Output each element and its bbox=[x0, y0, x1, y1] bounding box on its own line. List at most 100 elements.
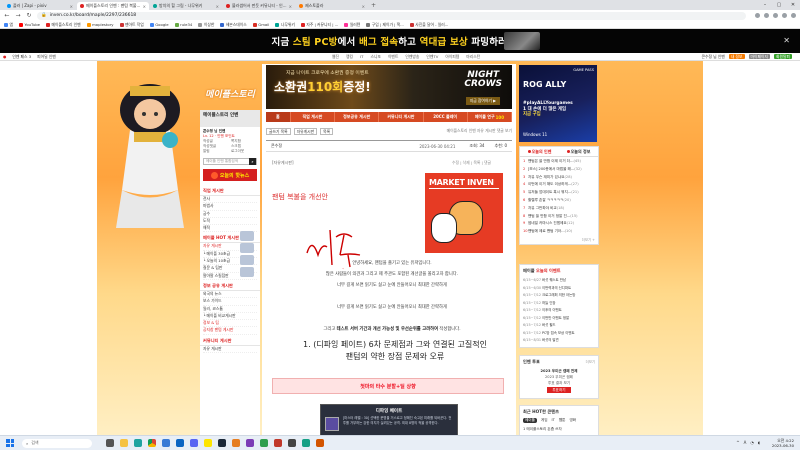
inven-logo-icon[interactable]: ● bbox=[3, 54, 6, 59]
event-item[interactable]: 6/15~8/31버섯의 발견 bbox=[523, 337, 595, 345]
nav-item[interactable]: └ 메이플 비교게시판 bbox=[203, 313, 257, 321]
more-link[interactable]: 더보기 + bbox=[520, 237, 598, 244]
maximize-icon[interactable]: ▢ bbox=[772, 0, 786, 10]
kakao-icon[interactable] bbox=[204, 439, 212, 447]
bookmark-item[interactable]: 나무위키 bbox=[275, 22, 295, 28]
event-item[interactable]: 6/15~7/12하늘 인장 bbox=[523, 300, 595, 308]
volume-icon[interactable]: ◖ bbox=[758, 440, 760, 445]
bookmark-item[interactable]: YouTube bbox=[19, 22, 40, 27]
main-tab[interactable]: 메이플 연구 100 bbox=[468, 112, 513, 122]
ibar-link[interactable]: 피어딜 인벤 bbox=[37, 54, 56, 60]
wifi-icon[interactable]: ◔ bbox=[750, 440, 754, 445]
bookmark-item[interactable]: 앱 bbox=[4, 22, 13, 28]
nav-item[interactable]: 외국의 뉴스 bbox=[203, 291, 257, 299]
event-item[interactable]: 6/15~6/30이번력과의 신디파트 bbox=[523, 285, 595, 293]
nav-item[interactable]: 전사 bbox=[203, 196, 257, 204]
close-icon[interactable]: ✕ bbox=[783, 36, 790, 45]
post-actions[interactable]: 수정 | 삭제 | 목록 | 댓글 bbox=[452, 160, 491, 166]
info-board-heading[interactable]: 정보 공유 게시판 bbox=[200, 280, 260, 291]
today-item[interactable]: 1 팬텀은 쓸 만함 이제 이거 더...(45) bbox=[523, 158, 595, 166]
bookmark-item[interactable]: 일러텐 bbox=[344, 22, 360, 28]
close-icon[interactable]: × bbox=[70, 4, 73, 9]
rog-ally-ad[interactable]: GAME PASS ROG ALLY #playALLYourgames 1 대 … bbox=[519, 65, 597, 142]
nav-item[interactable]: 궁수 bbox=[203, 211, 257, 218]
job-thumbnail[interactable] bbox=[240, 243, 254, 253]
ibar-nav-link[interactable]: 랭킹 bbox=[346, 54, 353, 60]
hot-content-tab[interactable]: IT bbox=[552, 418, 555, 423]
ibar-nav-link[interactable]: 인벤방송 bbox=[405, 54, 419, 60]
hot-content-tab[interactable]: 웹툰 bbox=[559, 418, 566, 423]
ibar-nav-link[interactable]: IT bbox=[360, 54, 363, 60]
write-list-button[interactable]: 글쓰기 목록 bbox=[266, 127, 291, 135]
ibar-nav-link[interactable]: 인벤TV bbox=[426, 54, 438, 60]
today-item[interactable]: 5 유저들 업데이트 혹시 뭐지...(21) bbox=[523, 189, 595, 197]
ad-cta-button[interactable]: 지금 참여하기 ▶ bbox=[465, 97, 500, 105]
edge-icon[interactable] bbox=[134, 439, 142, 447]
today-hot-news-button[interactable]: 오늘의 핫뉴스 bbox=[203, 169, 257, 181]
task-view-icon[interactable] bbox=[106, 439, 114, 447]
share-icon[interactable] bbox=[755, 13, 760, 18]
bookmark-item[interactable]: rule34 bbox=[174, 22, 192, 27]
browser-tab[interactable]: 플러 | Zapi - pixiv × bbox=[4, 2, 76, 10]
bookmark-item[interactable]: 이상한 bbox=[198, 22, 214, 28]
event-item[interactable]: 6/15~6/27버섯 퀘스트 만남 bbox=[523, 277, 595, 285]
profile-icon[interactable] bbox=[782, 13, 787, 18]
minimize-icon[interactable]: – bbox=[758, 0, 772, 10]
ibar-nav-link[interactable]: 이벤트 bbox=[388, 54, 398, 60]
taskbar-search[interactable]: ⌕ 검색 bbox=[22, 438, 92, 448]
app-icon[interactable] bbox=[246, 439, 254, 447]
tab-today-inven[interactable]: 오늘의 인벤 bbox=[520, 147, 559, 156]
event-item[interactable]: 6/15~7/12크로그래퍼 의한 아는방 bbox=[523, 292, 595, 300]
reload-icon[interactable]: ↻ bbox=[26, 12, 32, 19]
star-icon[interactable] bbox=[764, 13, 769, 18]
vote-result-link[interactable]: 투표 결과 보기 bbox=[520, 380, 598, 386]
ibar-nav-link[interactable]: 웹진 bbox=[332, 54, 339, 60]
browser-tab[interactable]: 제스토플라 × bbox=[296, 2, 368, 10]
main-tab[interactable]: 홈 bbox=[266, 112, 291, 122]
bookmark-item[interactable]: maplestory bbox=[86, 22, 114, 27]
vote-button[interactable]: 투표하기 bbox=[547, 387, 571, 393]
app-icon[interactable] bbox=[260, 439, 268, 447]
user-menu-link[interactable]: 알림 bbox=[203, 149, 229, 154]
game-icon[interactable] bbox=[232, 439, 240, 447]
app-icon[interactable] bbox=[316, 439, 324, 447]
main-tab[interactable]: 정보공유 게시판 bbox=[335, 112, 380, 122]
file-explorer-icon[interactable] bbox=[120, 439, 128, 447]
nav-item[interactable]: 공지창 팬텀 게시판 bbox=[203, 327, 257, 335]
event-item[interactable]: 6/15~7/12PC방 접속 보상 이벤트 bbox=[523, 330, 595, 338]
menu-icon[interactable] bbox=[791, 13, 796, 18]
taskbar-clock[interactable]: 오전 4:22 2023-06-30 bbox=[772, 438, 794, 448]
nav-item[interactable]: 일러, 코스튬 bbox=[203, 306, 257, 313]
board-name[interactable]: 메이플스토리 인벤 자유 게시판 댓글 보기 bbox=[447, 128, 512, 134]
ibar-link[interactable]: 인벤 페스 3 bbox=[12, 54, 31, 60]
today-item[interactable]: 2 [보스] 200층에서 마법을 해...(32) bbox=[523, 166, 595, 174]
close-icon[interactable]: × bbox=[216, 4, 219, 9]
bookmark-item[interactable]: 팬아트 작업 bbox=[119, 22, 144, 28]
today-item[interactable]: 3 자유 무슨 재미가 있냐요(28) bbox=[523, 174, 595, 182]
vote-more-link[interactable]: 더보기 bbox=[586, 359, 595, 364]
bookmark-item[interactable]: 메이플스토리 인벤 bbox=[45, 22, 81, 28]
mypage-button[interactable]: 마이페이지 bbox=[748, 54, 771, 59]
bookmark-item[interactable]: 헤븐스데이스 bbox=[220, 22, 247, 28]
close-icon[interactable]: × bbox=[143, 4, 146, 9]
browser-tab-active[interactable]: 메이플스토리 인벤 : 팬텀 복불... × bbox=[77, 2, 149, 10]
close-icon[interactable]: × bbox=[289, 4, 292, 9]
store-icon[interactable] bbox=[162, 439, 170, 447]
bookmark-item[interactable]: 자주 | 커뮤니티 | ... bbox=[300, 22, 338, 28]
job-thumbnail[interactable] bbox=[240, 231, 254, 241]
nav-search-input[interactable]: 메이플 인벤 통합검색 ⌕ bbox=[203, 158, 257, 165]
nav-item[interactable]: 도적 bbox=[203, 218, 257, 226]
bookmark-item[interactable]: Gmail bbox=[252, 22, 269, 27]
list-button[interactable]: 목록 bbox=[320, 127, 334, 135]
logout-button[interactable]: 회원탈퇴 bbox=[774, 54, 792, 59]
top-ad[interactable]: 지금 나이트 크로우에 소환권 증정 이벤트 소환권110회증정! NIGHT C… bbox=[266, 65, 512, 109]
main-tab[interactable]: 20CC 플레이 bbox=[424, 112, 468, 122]
app-icon[interactable] bbox=[274, 439, 282, 447]
job-thumbnail[interactable] bbox=[240, 255, 254, 265]
today-item[interactable]: 7 자유 그만파야 비교(18) bbox=[523, 205, 595, 213]
bookmark-item[interactable]: 구입 | 제이가 | 잭... bbox=[366, 22, 404, 28]
chrome-icon[interactable] bbox=[148, 439, 156, 447]
back-icon[interactable]: ← bbox=[4, 12, 10, 19]
ibar-nav-link[interactable]: 아이피템 bbox=[445, 54, 459, 60]
url-bar[interactable]: 🔒 inven.co.kr/board/maple/2297/236618 bbox=[37, 11, 746, 20]
